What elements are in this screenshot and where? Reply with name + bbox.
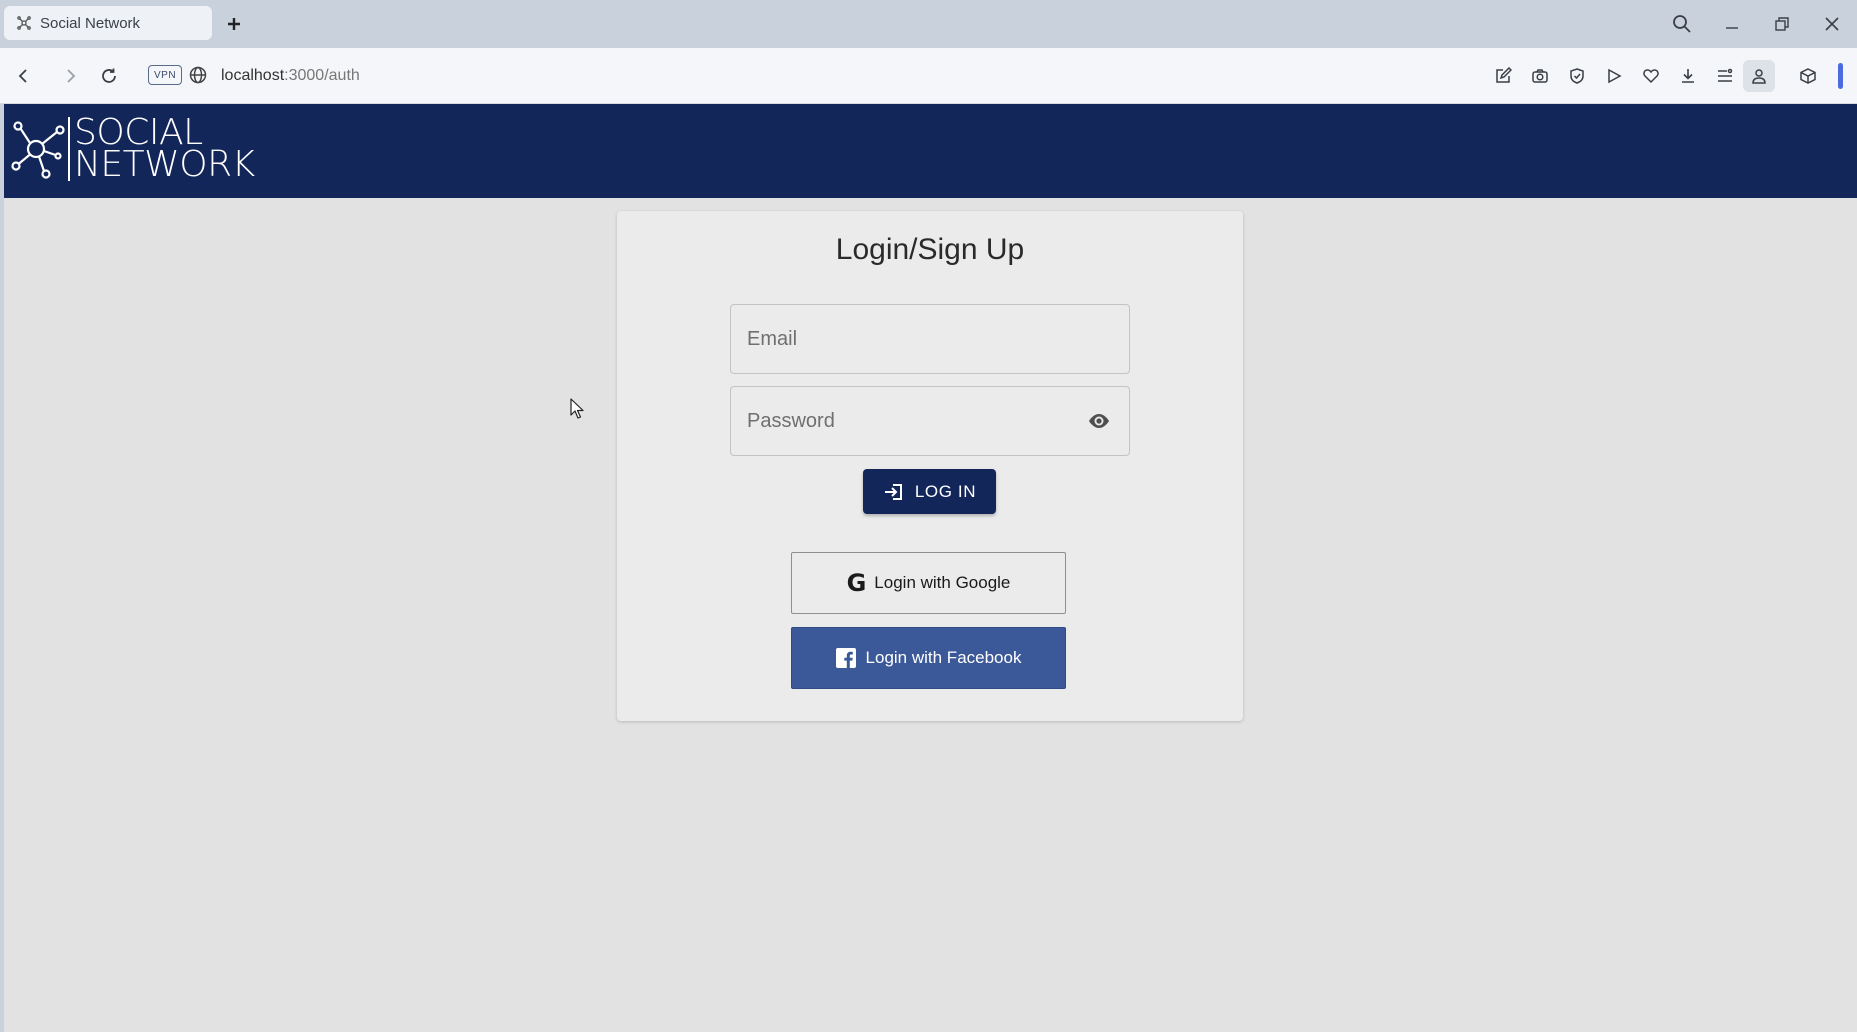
login-button[interactable]: LOG IN bbox=[863, 469, 996, 514]
close-window-button[interactable] bbox=[1807, 0, 1857, 48]
search-icon bbox=[1673, 15, 1691, 33]
network-icon bbox=[17, 16, 31, 30]
url-path: :3000/auth bbox=[284, 67, 360, 84]
browser-search-button[interactable] bbox=[1657, 0, 1707, 48]
app-header: SOCIAL NETWORK bbox=[4, 104, 1857, 198]
url-field[interactable]: localhost:3000/auth bbox=[221, 64, 360, 88]
login-arrow-icon bbox=[884, 483, 902, 500]
sidebar-toggle[interactable] bbox=[1838, 63, 1843, 89]
shield-button[interactable] bbox=[1558, 60, 1595, 92]
favorites-button[interactable] bbox=[1632, 60, 1669, 92]
profile-button[interactable] bbox=[1743, 60, 1775, 92]
browser-tab-bar: Social Network bbox=[0, 0, 1857, 48]
player-button[interactable] bbox=[1595, 60, 1632, 92]
arrow-right-icon bbox=[67, 69, 76, 83]
restore-button[interactable] bbox=[1757, 0, 1807, 48]
snapshot-button[interactable] bbox=[1521, 60, 1558, 92]
camera-icon bbox=[1531, 69, 1548, 83]
minimize-icon bbox=[1726, 27, 1738, 29]
logo-divider bbox=[68, 117, 70, 181]
forward-button[interactable] bbox=[58, 64, 82, 88]
app-logo[interactable]: SOCIAL NETWORK bbox=[10, 115, 255, 185]
back-button[interactable] bbox=[12, 64, 36, 88]
downloads-button[interactable] bbox=[1669, 60, 1706, 92]
edit-button[interactable] bbox=[1484, 60, 1521, 92]
restore-icon bbox=[1775, 17, 1789, 31]
browser-tab-title: Social Network bbox=[40, 14, 141, 32]
password-input[interactable] bbox=[747, 409, 1085, 433]
menu-button[interactable] bbox=[1706, 60, 1743, 92]
close-icon bbox=[1825, 17, 1839, 31]
new-tab-button[interactable] bbox=[222, 12, 246, 36]
minimize-button[interactable] bbox=[1707, 0, 1757, 48]
user-icon bbox=[1752, 69, 1766, 84]
download-icon bbox=[1681, 69, 1694, 83]
auth-title: Login/Sign Up bbox=[835, 233, 1025, 266]
globe-icon bbox=[189, 66, 207, 84]
facebook-icon bbox=[835, 648, 856, 668]
login-label: LOG IN bbox=[914, 481, 977, 501]
url-host: localhost bbox=[221, 67, 285, 84]
network-logo-icon bbox=[11, 121, 65, 179]
heart-icon bbox=[1642, 69, 1659, 84]
play-icon bbox=[1607, 68, 1622, 84]
facebook-login-button[interactable]: Login with Facebook bbox=[791, 627, 1066, 689]
shield-icon bbox=[1569, 68, 1584, 84]
reload-button[interactable] bbox=[97, 64, 121, 88]
google-login-button[interactable]: G Login with Google bbox=[791, 552, 1066, 614]
facebook-login-label: Login with Facebook bbox=[865, 648, 1022, 667]
password-field[interactable] bbox=[730, 386, 1130, 456]
auth-card: Login/Sign Up LOG IN G Login with Google bbox=[617, 211, 1243, 721]
browser-toolbar bbox=[1484, 60, 1843, 92]
vpn-badge[interactable]: VPN bbox=[148, 65, 183, 85]
reload-icon bbox=[102, 68, 116, 83]
email-field[interactable] bbox=[730, 304, 1130, 374]
edit-icon bbox=[1495, 67, 1512, 83]
google-login-label: Login with Google bbox=[874, 573, 1011, 592]
logo-text: SOCIAL NETWORK bbox=[74, 115, 255, 185]
logo-line-2: NETWORK bbox=[74, 144, 255, 185]
browser-tab[interactable]: Social Network bbox=[4, 6, 212, 40]
extensions-button[interactable] bbox=[1789, 60, 1826, 92]
email-input[interactable] bbox=[747, 327, 1113, 351]
cube-icon bbox=[1799, 68, 1816, 84]
address-bar: VPN localhost:3000/auth bbox=[0, 48, 1857, 104]
google-icon: G bbox=[846, 569, 867, 597]
mouse-cursor-icon bbox=[570, 398, 584, 419]
menu-icon bbox=[1717, 68, 1732, 82]
page-viewport: SOCIAL NETWORK Login/Sign Up LOG IN G Lo… bbox=[4, 104, 1857, 1032]
window-controls bbox=[1657, 0, 1857, 48]
arrow-left-icon bbox=[18, 69, 27, 83]
plus-icon bbox=[228, 18, 240, 30]
eye-icon[interactable] bbox=[1085, 407, 1113, 435]
